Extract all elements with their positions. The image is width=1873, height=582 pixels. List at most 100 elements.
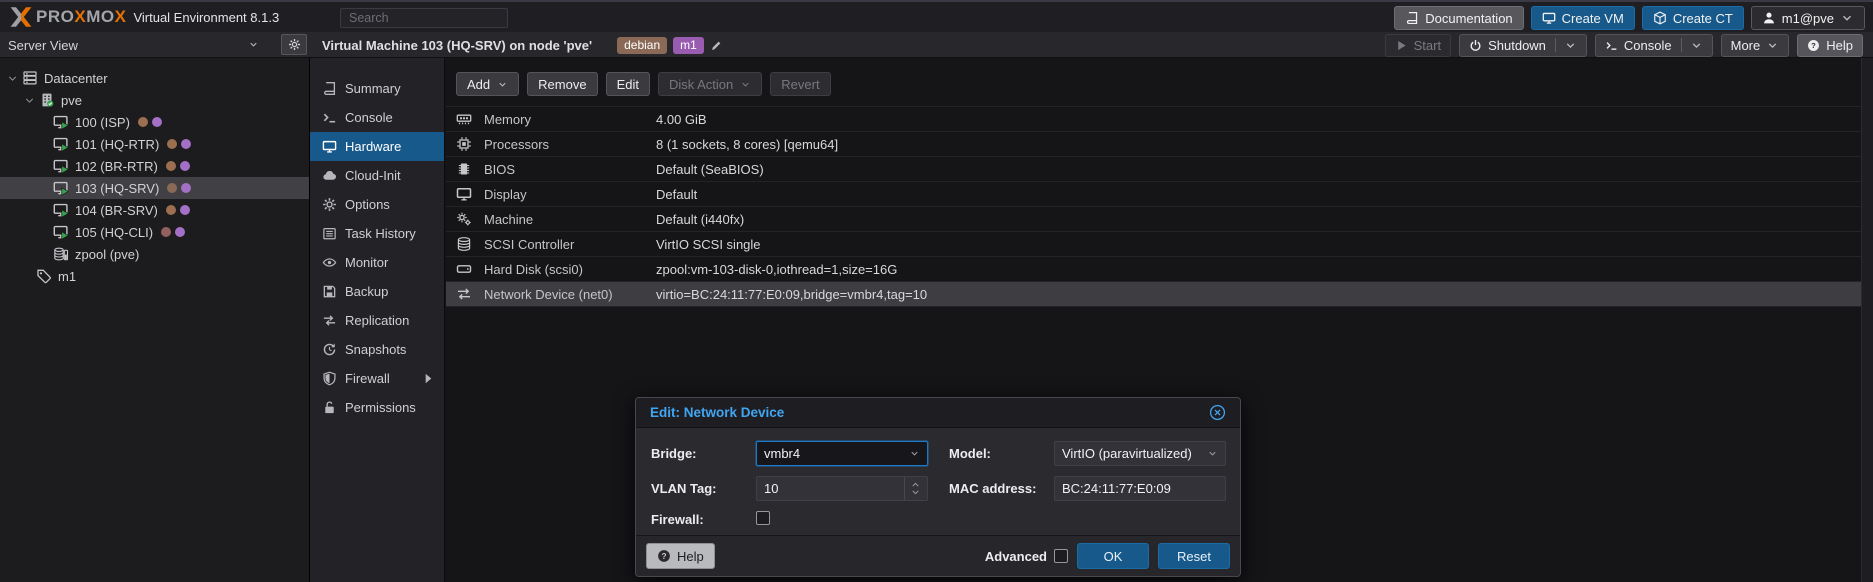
hardware-row-value: Default bbox=[656, 187, 697, 202]
hardware-row-scsi[interactable]: SCSI ControllerVirtIO SCSI single bbox=[446, 232, 1873, 257]
add-button[interactable]: Add bbox=[456, 72, 519, 96]
dialog-titlebar[interactable]: Edit: Network Device bbox=[636, 398, 1240, 428]
hardware-row-label: Machine bbox=[484, 212, 656, 227]
model-label: Model: bbox=[949, 446, 991, 461]
cloud-icon bbox=[322, 168, 337, 183]
documentation-label: Documentation bbox=[1425, 11, 1512, 26]
tab-firewall[interactable]: Firewall bbox=[310, 364, 444, 393]
create-vm-button[interactable]: Create VM bbox=[1531, 6, 1635, 30]
hardware-row-net-device[interactable]: Network Device (net0)virtio=BC:24:11:77:… bbox=[446, 282, 1873, 307]
server-view-select[interactable]: Server View bbox=[0, 32, 310, 58]
tab-monitor[interactable]: Monitor bbox=[310, 248, 444, 277]
disk-action-button: Disk Action bbox=[658, 72, 762, 96]
sidebar-item-tag-m1[interactable]: m1 bbox=[0, 265, 309, 287]
sidebar-item-vm-104[interactable]: 104 (BR-SRV) bbox=[0, 199, 309, 221]
sidebar-item-vm-100[interactable]: 100 (ISP) bbox=[0, 111, 309, 133]
storage-icon bbox=[53, 246, 69, 262]
hardware-row-processors[interactable]: Processors8 (1 sockets, 8 cores) [qemu64… bbox=[446, 132, 1873, 157]
scrollbar[interactable] bbox=[1861, 58, 1873, 582]
tag-dots bbox=[138, 117, 162, 127]
tree-expander-icon bbox=[23, 94, 36, 107]
hardware-row-value: 4.00 GiB bbox=[656, 112, 707, 127]
tab-task-history[interactable]: Task History bbox=[310, 219, 444, 248]
book-icon bbox=[322, 81, 337, 96]
model-value: VirtIO (paravirtualized) bbox=[1062, 446, 1192, 461]
hardware-row-value: zpool:vm-103-disk-0,iothread=1,size=16G bbox=[656, 262, 897, 277]
console-button[interactable]: Console bbox=[1595, 34, 1713, 57]
firewall-checkbox[interactable] bbox=[756, 511, 770, 525]
tab-replication[interactable]: Replication bbox=[310, 306, 444, 335]
tab-hardware[interactable]: Hardware bbox=[310, 132, 444, 161]
close-icon[interactable] bbox=[1209, 404, 1226, 421]
create-ct-button[interactable]: Create CT bbox=[1642, 6, 1744, 30]
more-button[interactable]: More bbox=[1721, 34, 1790, 57]
hardware-row-label: Memory bbox=[484, 112, 656, 127]
chevron-down-icon bbox=[909, 448, 920, 459]
shutdown-button[interactable]: Shutdown bbox=[1459, 34, 1587, 57]
create-ct-label: Create CT bbox=[1673, 11, 1733, 26]
help-button[interactable]: ? Help bbox=[646, 543, 715, 569]
tab-cloud-init[interactable]: Cloud-Init bbox=[310, 161, 444, 190]
dialog-title: Edit: Network Device bbox=[650, 405, 784, 420]
tab-console[interactable]: Console bbox=[310, 103, 444, 132]
documentation-button[interactable]: Documentation bbox=[1394, 6, 1523, 30]
search-input[interactable] bbox=[340, 8, 508, 28]
display-icon bbox=[1542, 11, 1556, 25]
ok-button[interactable]: OK bbox=[1077, 543, 1149, 569]
sidebar-item-vm-101[interactable]: 101 (HQ-RTR) bbox=[0, 133, 309, 155]
sidebar-item-vm-105[interactable]: 105 (HQ-CLI) bbox=[0, 221, 309, 243]
tab-backup[interactable]: Backup bbox=[310, 277, 444, 306]
bridge-combobox[interactable]: vmbr4 bbox=[756, 441, 928, 466]
tag-dot bbox=[166, 205, 176, 215]
tab-label: Snapshots bbox=[345, 342, 406, 357]
history-icon bbox=[322, 342, 337, 357]
advanced-toggle: Advanced bbox=[985, 549, 1068, 564]
proxmox-logo: PROXMOX Virtual Environment 8.1.3 bbox=[8, 6, 279, 28]
tab-summary[interactable]: Summary bbox=[310, 74, 444, 103]
help-button[interactable]: ?Help bbox=[1797, 34, 1863, 57]
hardware-row-bios[interactable]: BIOSDefault (SeaBIOS) bbox=[446, 157, 1873, 182]
edit-label: Edit bbox=[617, 77, 639, 92]
bridge-value: vmbr4 bbox=[764, 446, 800, 461]
sidebar-item-datacenter[interactable]: Datacenter bbox=[0, 67, 309, 89]
spinner-arrows[interactable] bbox=[904, 477, 920, 500]
chevron-down-icon bbox=[1564, 39, 1577, 52]
sidebar-item-vm-102[interactable]: 102 (BR-RTR) bbox=[0, 155, 309, 177]
sidebar-item-vm-103[interactable]: 103 (HQ-SRV) bbox=[0, 177, 309, 199]
user-menu-button[interactable]: m1@pve bbox=[1751, 6, 1865, 30]
chevron-down-icon bbox=[911, 489, 920, 496]
vm-tag-debian[interactable]: debian bbox=[617, 37, 667, 54]
vm-nav-menu: SummaryConsoleHardwareCloud-InitOptionsT… bbox=[310, 58, 445, 582]
lock-icon bbox=[322, 400, 337, 415]
hardware-row-display[interactable]: DisplayDefault bbox=[446, 182, 1873, 207]
user-icon bbox=[1762, 11, 1776, 25]
hardware-row-value: virtio=BC:24:11:77:E0:09,bridge=vmbr4,ta… bbox=[656, 287, 927, 302]
tab-permissions[interactable]: Permissions bbox=[310, 393, 444, 422]
edit-tags-icon[interactable] bbox=[710, 39, 723, 52]
tab-snapshots[interactable]: Snapshots bbox=[310, 335, 444, 364]
dialog-footer: ? Help Advanced OK Reset bbox=[636, 535, 1240, 576]
hardware-row-hard-disk[interactable]: Hard Disk (scsi0)zpool:vm-103-disk-0,iot… bbox=[446, 257, 1873, 282]
chevron-down-icon bbox=[1207, 448, 1218, 459]
advanced-label: Advanced bbox=[985, 549, 1047, 564]
remove-button[interactable]: Remove bbox=[527, 72, 597, 96]
hardware-row-memory[interactable]: Memory4.00 GiB bbox=[446, 107, 1873, 132]
advanced-checkbox[interactable] bbox=[1054, 549, 1068, 563]
sidebar-item-zpool[interactable]: zpool (pve) bbox=[0, 243, 309, 265]
hardware-row-machine[interactable]: MachineDefault (i440fx) bbox=[446, 207, 1873, 232]
vlan-spinner[interactable]: 10 bbox=[756, 476, 928, 501]
edit-button[interactable]: Edit bbox=[606, 72, 650, 96]
vm-tag-m1[interactable]: m1 bbox=[673, 37, 704, 54]
sidebar-settings-button[interactable] bbox=[281, 34, 307, 55]
shutdown-label: Shutdown bbox=[1488, 38, 1546, 53]
reset-button[interactable]: Reset bbox=[1158, 543, 1230, 569]
tab-label: Permissions bbox=[345, 400, 416, 415]
mac-address-input[interactable] bbox=[1054, 476, 1226, 501]
vm-icon bbox=[53, 158, 69, 174]
tab-options[interactable]: Options bbox=[310, 190, 444, 219]
model-combobox[interactable]: VirtIO (paravirtualized) bbox=[1054, 441, 1226, 466]
proxmox-app: PROXMOX Virtual Environment 8.1.3 Docume… bbox=[0, 0, 1873, 582]
sidebar-item-pve[interactable]: pve bbox=[0, 89, 309, 111]
chevron-up-icon bbox=[911, 481, 920, 488]
cpu-icon bbox=[456, 136, 472, 152]
